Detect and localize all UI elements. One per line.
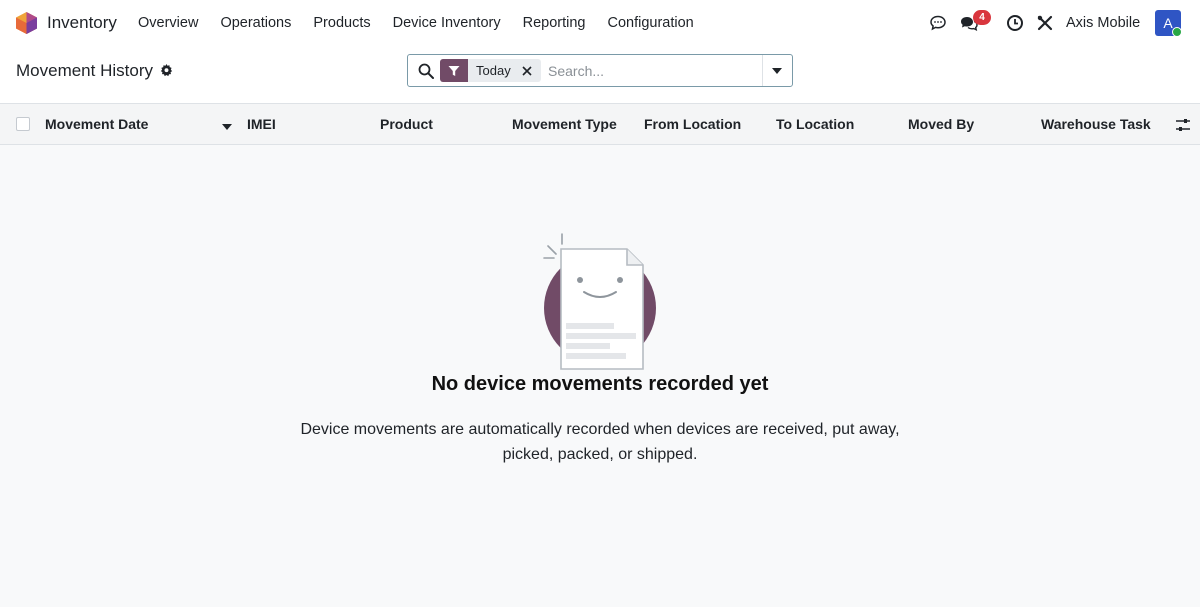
- top-navbar: Inventory Overview Operations Products D…: [0, 0, 1200, 46]
- chevron-down-icon: [772, 68, 782, 74]
- optional-columns-icon[interactable]: [1175, 117, 1191, 133]
- column-product[interactable]: Product: [380, 116, 433, 132]
- search-facet: Today: [440, 59, 541, 82]
- column-to-location[interactable]: To Location: [776, 116, 854, 132]
- column-moved-by[interactable]: Moved By: [908, 116, 974, 132]
- debug-tools-icon[interactable]: [1036, 14, 1054, 32]
- activity-clock-icon[interactable]: [1006, 14, 1024, 32]
- search-icon[interactable]: [418, 63, 434, 79]
- column-imei[interactable]: IMEI: [247, 116, 276, 132]
- inventory-app-icon[interactable]: [16, 12, 37, 34]
- select-all-checkbox[interactable]: [16, 117, 30, 131]
- search-bar: Today: [407, 54, 793, 87]
- main-menu: Overview Operations Products Device Inve…: [138, 15, 716, 31]
- empty-state-message: Device movements are automatically recor…: [300, 421, 900, 463]
- menu-configuration[interactable]: Configuration: [607, 15, 693, 31]
- facet-label: Today: [476, 63, 511, 78]
- column-movement-type[interactable]: Movement Type: [512, 116, 617, 132]
- control-panel: Movement History Today: [0, 46, 1200, 104]
- gear-icon[interactable]: [160, 64, 173, 77]
- search-input[interactable]: [548, 59, 760, 82]
- empty-state-title: No device movements recorded yet: [431, 373, 769, 395]
- filter-icon: [440, 59, 468, 82]
- company-switcher[interactable]: Axis Mobile: [1066, 15, 1140, 31]
- close-icon[interactable]: [519, 59, 541, 82]
- menu-reporting[interactable]: Reporting: [523, 15, 586, 31]
- column-from-location[interactable]: From Location: [644, 116, 741, 132]
- sort-descending-icon: [222, 124, 232, 130]
- search-options-toggle[interactable]: [762, 55, 792, 86]
- messages-count-badge: 4: [973, 10, 991, 25]
- chat-icon[interactable]: [929, 14, 947, 32]
- menu-overview[interactable]: Overview: [138, 15, 198, 31]
- online-status-dot: [1172, 27, 1182, 37]
- menu-device-inventory[interactable]: Device Inventory: [393, 15, 501, 31]
- app-name[interactable]: Inventory: [47, 13, 117, 33]
- empty-document-illustration: [543, 233, 656, 370]
- table-header: Movement Date IMEI Product Movement Type…: [0, 104, 1200, 145]
- column-warehouse-task[interactable]: Warehouse Task: [1041, 116, 1151, 132]
- menu-operations[interactable]: Operations: [220, 15, 291, 31]
- column-movement-date[interactable]: Movement Date: [45, 116, 148, 132]
- menu-products[interactable]: Products: [313, 15, 370, 31]
- page-title: Movement History: [16, 61, 153, 80]
